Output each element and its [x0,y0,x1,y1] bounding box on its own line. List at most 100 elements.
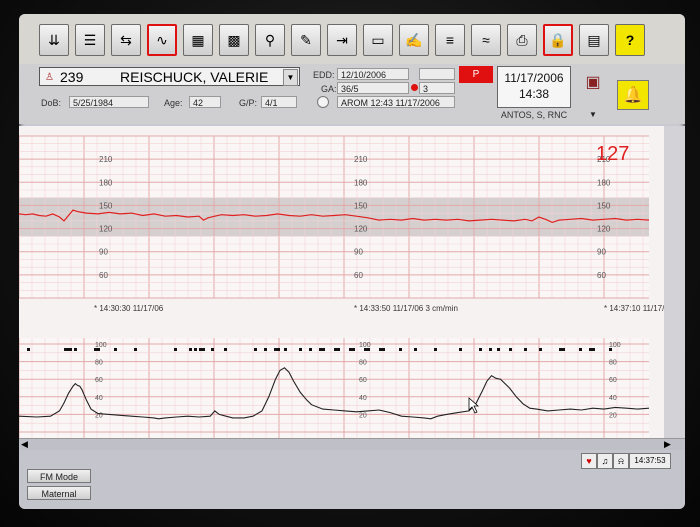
ga-label: GA: [321,84,337,94]
fhr-y-label: 60 [597,271,606,280]
fetal-movement-mark [489,348,492,351]
fetal-movement-mark [27,348,30,351]
fetal-movement-mark [589,348,595,351]
fetal-movement-mark [364,348,370,351]
fhr-alarm-icon[interactable]: ♥ [581,453,597,469]
patient-list-icon[interactable]: ☰ [75,24,105,56]
chevron-down-icon[interactable]: ▼ [283,69,298,86]
archive-icon[interactable]: ▤ [579,24,609,56]
folder-icon[interactable]: ▭ [363,24,393,56]
lock-icon[interactable]: 🔒 [543,24,573,56]
patient-info-panel: ♙ 239 REISCHUCK, VALERIE ▼ DoB: 5/25/198… [19,64,685,124]
bed-number: 239 [60,69,84,85]
radio-button[interactable] [317,96,329,108]
fetal-movement-mark [309,348,312,351]
current-time: 14:38 [518,87,550,101]
train-icon[interactable]: ▣ [579,72,607,92]
ga-field: 36/5 [337,82,409,94]
fm-mode-button[interactable]: FM Mode [27,469,91,483]
uc-y-label: 40 [609,395,617,402]
fetal-movement-mark [334,348,340,351]
uc-y-label: 60 [609,377,617,384]
timestamp-label: * 14:37:10 11/17/06 [604,304,664,313]
fetal-movement-mark [274,348,280,351]
chart-grid-icon[interactable]: ▩ [219,24,249,56]
fetal-movement-mark [509,348,512,351]
admit-icon[interactable]: ⇥ [327,24,357,56]
fetal-movement-mark [459,348,462,351]
annotation-icon[interactable]: ✎ [291,24,321,56]
fetal-movement-mark [414,348,417,351]
fetal-movement-mark [349,348,355,351]
fetal-movement-mark [319,348,325,351]
uc-y-label: 100 [609,342,621,349]
scroll-left-icon[interactable]: ◀ [21,439,28,450]
uc-y-label: 80 [609,360,617,367]
fhr-y-label: 180 [354,178,368,187]
help-icon[interactable]: ? [615,24,645,56]
dob-label: DoB: [41,98,62,108]
priority-flag[interactable]: P [459,66,493,83]
fhr-y-label: 120 [597,225,611,234]
fetal-movement-mark [559,348,565,351]
fetal-movement-mark [524,348,527,351]
down-arrow-icon[interactable]: ▼ [582,110,604,119]
fetal-movement-mark [479,348,482,351]
maternal-button[interactable]: Maternal [27,486,91,500]
alert-dot-icon [411,84,418,91]
fetal-movement-mark [194,348,197,351]
patient-name: REISCHUCK, VALERIE [120,69,269,85]
status-time: 14:37:53 [629,453,671,469]
normal-range-band [19,197,649,237]
uc-y-label: 40 [95,395,103,402]
overview-icon[interactable]: ⇊ [39,24,69,56]
fetal-movement-mark [284,348,287,351]
fetal-movement-mark [399,348,402,351]
fetal-movement-mark [609,348,612,351]
bed-icon: ♙ [45,72,54,83]
tracing-paper: 210 210 210 180 180 180 150 150 150 120 120 120 90 90… [19,126,674,450]
uc-y-label: 20 [609,412,617,419]
patient-selector[interactable]: ♙ 239 REISCHUCK, VALERIE ▼ [39,67,300,86]
notes-icon[interactable]: ✍ [399,24,429,56]
edd-field: 12/10/2006 [337,68,409,80]
timestamp-label: * 14:30:30 11/17/06 [94,304,164,313]
uc-y-label: 60 [359,377,367,384]
age-label: Age: [164,98,183,108]
tracing-icon[interactable]: ∿ [147,24,177,56]
datetime-display: 11/17/2006 14:38 [497,66,571,108]
print-icon[interactable]: ⎙ [507,24,537,56]
waveform-icon[interactable]: ≈ [471,24,501,56]
uc-y-label: 80 [359,360,367,367]
list-icon[interactable]: ≡ [435,24,465,56]
uc-y-label: 40 [359,395,367,402]
alert-count: 3 [419,82,455,94]
uc-y-label: 100 [95,342,107,349]
transfer-icon[interactable]: ⇆ [111,24,141,56]
fetal-movement-mark [434,348,437,351]
fhr-y-label: 120 [99,225,113,234]
fhr-y-label: 60 [99,271,108,280]
fhr-current-value: 127 [596,143,629,165]
fetal-movement-mark [199,348,205,351]
uc-y-label: 80 [95,360,103,367]
alarm-bell-icon[interactable]: 🔔 [617,80,649,110]
fetal-movement-mark [299,348,302,351]
fhr-y-label: 90 [354,248,363,257]
scroll-right-icon[interactable]: ▶ [664,439,671,450]
fetal-movement-mark [134,348,137,351]
fhr-y-label: 150 [354,201,368,210]
gp-label: G/P: [239,98,258,108]
age-field: 42 [189,96,221,108]
status-bar: FM Mode Maternal ♥ ♫ ⍾ 14:37:53 [19,450,685,509]
trend-icon[interactable]: ▦ [183,24,213,56]
fetal-movement-mark [224,348,227,351]
bell-status-icon[interactable]: ⍾ [613,453,629,469]
search-icon[interactable]: ⚲ [255,24,285,56]
fhr-y-label: 210 [99,155,113,164]
uc-y-label: 60 [95,377,103,384]
fhr-y-label: 150 [99,201,113,210]
silence-icon[interactable]: ♫ [597,453,613,469]
fetal-movement-mark [497,348,500,351]
side-panel [664,126,685,450]
